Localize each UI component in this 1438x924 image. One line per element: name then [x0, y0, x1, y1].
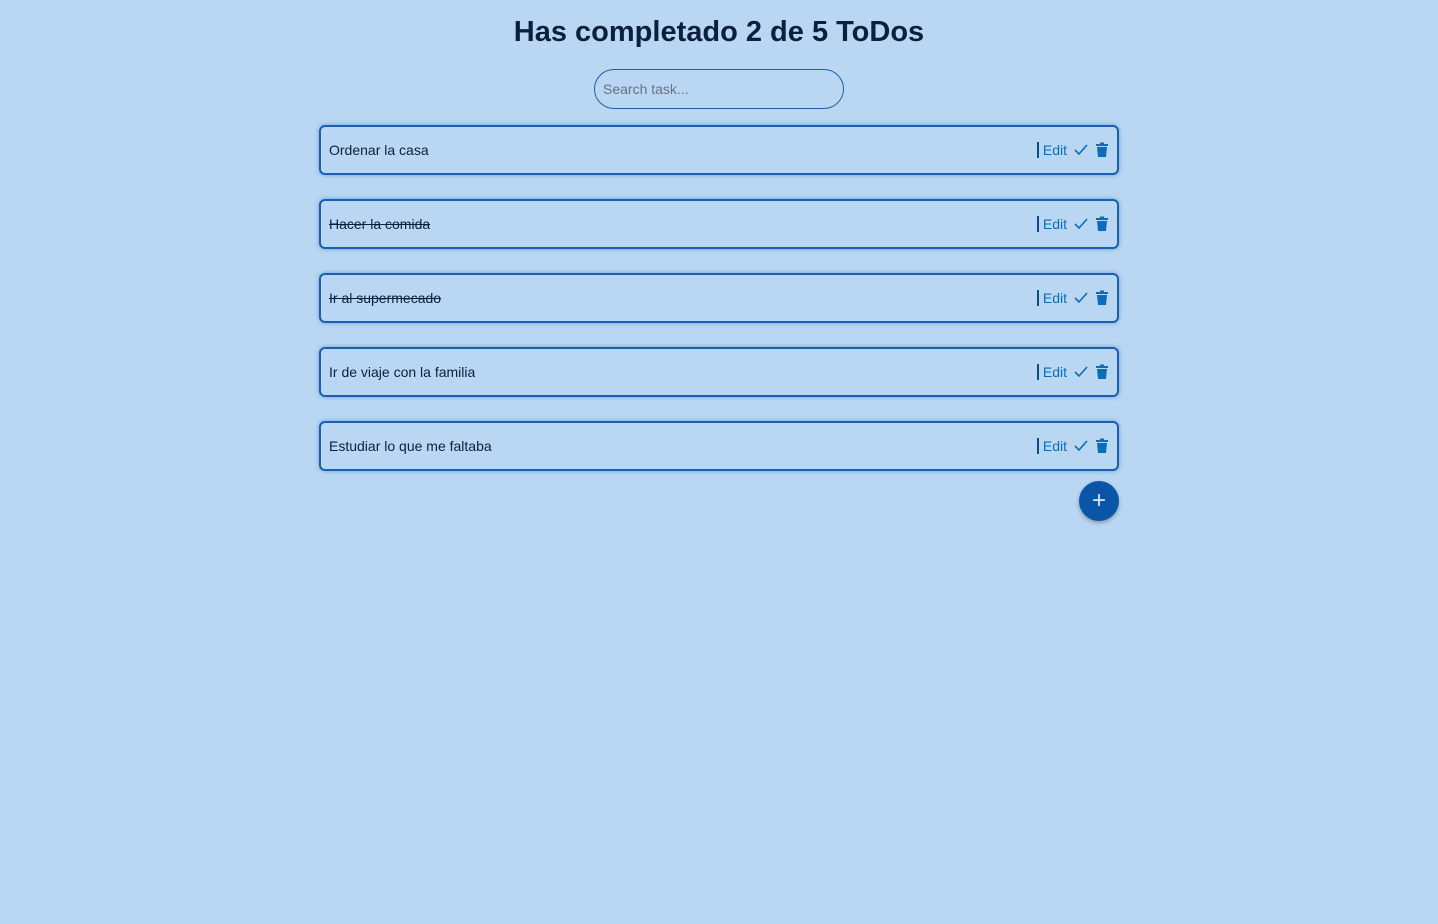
todo-text: Estudiar lo que me faltaba [329, 438, 492, 454]
todo-text: Ir al supermecado [329, 290, 442, 306]
check-icon[interactable] [1073, 365, 1089, 379]
check-icon[interactable] [1073, 439, 1089, 453]
todo-item: Ordenar la casa Edit [319, 125, 1119, 175]
todo-text: Hacer la comida [329, 216, 431, 232]
todo-text: Ordenar la casa [329, 142, 429, 158]
trash-icon[interactable] [1095, 364, 1109, 380]
edit-button[interactable]: Edit [1036, 438, 1067, 454]
search-input[interactable] [594, 69, 844, 109]
page-title: Has completado 2 de 5 ToDos [513, 16, 925, 48]
todo-text: Ir de viaje con la familia [329, 364, 476, 380]
trash-icon[interactable] [1095, 290, 1109, 306]
edit-button[interactable]: Edit [1036, 364, 1067, 380]
trash-icon[interactable] [1095, 216, 1109, 232]
trash-icon[interactable] [1095, 438, 1109, 454]
add-todo-button[interactable]: + [1079, 481, 1119, 521]
todo-item: Hacer la comida Edit [319, 199, 1119, 249]
check-icon[interactable] [1073, 143, 1089, 157]
trash-icon[interactable] [1095, 142, 1109, 158]
edit-button[interactable]: Edit [1036, 216, 1067, 232]
edit-button[interactable]: Edit [1036, 290, 1067, 306]
todo-item: Ir de viaje con la familia Edit [319, 347, 1119, 397]
check-icon[interactable] [1073, 291, 1089, 305]
todo-item: Ir al supermecado Edit [319, 273, 1119, 323]
todo-item: Estudiar lo que me faltaba Edit [319, 421, 1119, 471]
edit-button[interactable]: Edit [1036, 142, 1067, 158]
check-icon[interactable] [1073, 217, 1089, 231]
